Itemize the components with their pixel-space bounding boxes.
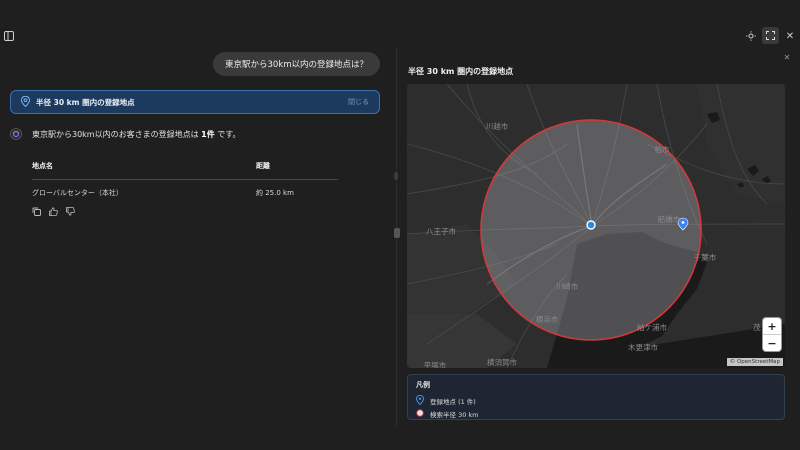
- label-motomi: 茂: [753, 322, 761, 332]
- close-panel-icon[interactable]: ✕: [782, 52, 792, 62]
- column-header-distance: 距離: [256, 155, 338, 180]
- map-result-card-title: 半径 30 km 圏内の登録地点: [36, 97, 135, 107]
- label-kisarazu: 木更津市: [628, 342, 658, 352]
- label-sodegaura: 袖ケ浦市: [637, 322, 667, 332]
- location-pin-icon: [20, 95, 31, 109]
- cell-distance: 約 25.0 km: [256, 189, 294, 197]
- pin-icon: [415, 394, 425, 407]
- column-header-name: 地点名: [32, 155, 256, 180]
- results-table: 地点名 距離 グローバルセンター（本社） 約 25.0 km: [32, 155, 338, 206]
- map-view[interactable]: 川越市 柏市 八王子市 船橋市 千葉市 川崎市 横浜市 袖ケ浦市 木更津市 平塚…: [407, 84, 785, 368]
- label-hachioji: 八王子市: [426, 226, 456, 236]
- zoom-in-button[interactable]: +: [763, 318, 781, 334]
- assistant-avatar: [10, 128, 22, 140]
- label-yokohama: 横浜市: [536, 314, 559, 324]
- thumbs-up-icon[interactable]: [49, 207, 58, 218]
- cell-location-name: グローバルセンター（本社）: [32, 189, 123, 197]
- label-kashiwa: 柏市: [655, 144, 670, 154]
- answer-suffix: です。: [214, 130, 241, 139]
- legend-title: 凡例: [416, 381, 430, 389]
- legend-item-radius: 検索半径 30 km: [416, 407, 776, 420]
- user-message-bubble: 東京駅から30km以内の登録地点は？: [212, 52, 380, 76]
- copy-icon[interactable]: [32, 207, 41, 218]
- message-actions: [32, 207, 75, 218]
- label-funabashi: 船橋市: [658, 214, 681, 224]
- table-row: グローバルセンター（本社） 約 25.0 km: [32, 180, 338, 207]
- thumbs-down-icon[interactable]: [66, 207, 75, 218]
- scroll-indicator[interactable]: [394, 172, 398, 180]
- table-header-row: 地点名 距離: [32, 155, 338, 180]
- panel-title: 半径 30 km 圏内の登録地点: [408, 67, 514, 76]
- answer-prefix: 東京駅から30km以内のお客さまの登録地点は: [32, 130, 202, 139]
- close-window-icon[interactable]: ✕: [784, 30, 796, 42]
- map-attribution[interactable]: © OpenStreetMap: [726, 358, 783, 366]
- label-hiratsuka: 平塚市: [424, 360, 447, 368]
- zoom-out-button[interactable]: −: [763, 334, 781, 351]
- legend-item-location: 登録地点 (1 件): [415, 394, 776, 407]
- map-result-card-close[interactable]: 閉じる: [348, 97, 369, 107]
- tokyo-station-marker: [586, 220, 596, 230]
- resize-handle[interactable]: [394, 228, 400, 238]
- legend-label-location: 登録地点 (1 件): [430, 397, 476, 406]
- panel-divider[interactable]: [396, 48, 397, 428]
- fullscreen-button[interactable]: [762, 27, 779, 44]
- label-yokosuka: 横須賀市: [487, 357, 517, 367]
- user-message-text: 東京駅から30km以内の登録地点は？: [224, 60, 368, 70]
- map-canvas[interactable]: 川越市 柏市 八王子市 船橋市 千葉市 川崎市 横浜市 袖ケ浦市 木更津市 平塚…: [407, 84, 785, 368]
- circle-icon: [416, 408, 424, 419]
- map-legend: 凡例 登録地点 (1 件) 検索半径 30 km: [407, 374, 785, 420]
- assistant-answer: 東京駅から30km以内のお客さまの登録地点は 1件 です。: [32, 129, 240, 140]
- label-kawasaki: 川崎市: [556, 281, 579, 291]
- zoom-control: + −: [763, 318, 781, 351]
- sidebar-toggle-icon[interactable]: [3, 30, 15, 42]
- label-kawagoe: 川越市: [486, 121, 509, 131]
- answer-count: 1件: [201, 130, 215, 139]
- label-chiba: 千葉市: [694, 252, 717, 262]
- theme-toggle-icon[interactable]: [745, 30, 757, 42]
- legend-label-radius: 検索半径 30 km: [430, 410, 479, 419]
- expand-icon: [766, 31, 775, 40]
- map-result-card[interactable]: 半径 30 km 圏内の登録地点 閉じる: [10, 90, 380, 114]
